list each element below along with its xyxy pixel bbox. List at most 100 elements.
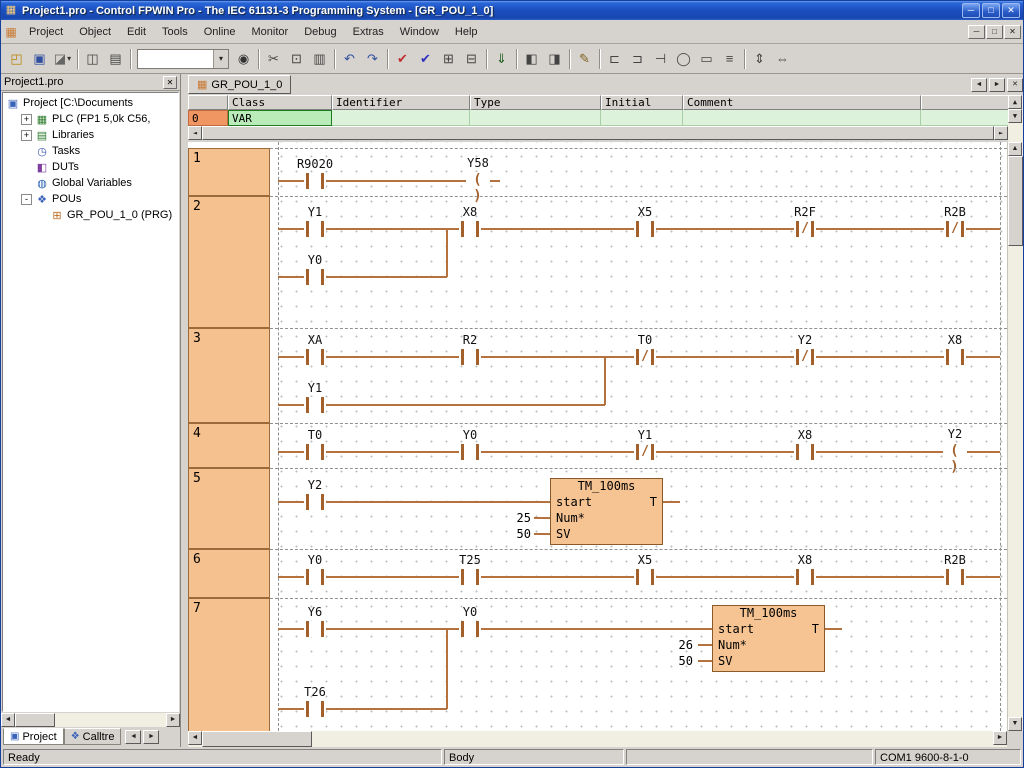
contact-t26[interactable]: T26	[304, 701, 326, 717]
grid-cell-class[interactable]: VAR	[228, 110, 332, 126]
edit-mode-icon[interactable]: ✎	[573, 48, 596, 70]
ladder-hscroll-track[interactable]	[312, 731, 993, 747]
project-panel-hscrollbar[interactable]: ◄ ►	[1, 713, 180, 727]
contact-x8[interactable]: X8	[794, 444, 816, 460]
rung-number-1[interactable]: 1	[188, 148, 270, 196]
print-icon[interactable]: ▤	[104, 48, 127, 70]
editor-tabs-left-icon[interactable]: ◄	[971, 78, 987, 92]
scrollbar-thumb[interactable]	[15, 713, 55, 727]
project-panel-close-icon[interactable]: ✕	[163, 76, 177, 89]
print-preview-icon[interactable]: ◫	[81, 48, 104, 70]
contact-x8[interactable]: X8	[459, 221, 481, 237]
rung-number-4[interactable]: 4	[188, 423, 270, 468]
tab-gr-pou-1-0[interactable]: ▦ GR_POU_1_0	[188, 75, 291, 94]
ladder-scroll-down-icon[interactable]: ▼	[1008, 717, 1022, 731]
tree-item-libraries[interactable]: +▤Libraries	[3, 127, 178, 143]
ladder-canvas[interactable]: R9020Y58Y1X8X5R2FR2BY0XAR2T0Y2X8Y1T0Y0Y1…	[270, 142, 1007, 731]
function-block-tm-100ms[interactable]: TM_100msstartTNum*SV	[550, 478, 663, 545]
rung-number-2[interactable]: 2	[188, 196, 270, 328]
contact-y2[interactable]: Y2	[794, 349, 816, 365]
tree-item-duts[interactable]: ◧DUTs	[3, 159, 178, 175]
ladder-scroll-left-icon[interactable]: ◄	[188, 731, 202, 745]
grid-cell-filler[interactable]	[921, 110, 1008, 126]
child-restore-button[interactable]: □	[986, 25, 1003, 39]
compile-all-icon[interactable]: ⊟	[460, 48, 483, 70]
download-program-icon[interactable]: ⇓	[490, 48, 513, 70]
save-project-icon[interactable]: ▣	[28, 48, 51, 70]
insert-network-after-icon[interactable]: ⊐	[626, 48, 649, 70]
insert-comment-icon[interactable]: ≡	[718, 48, 741, 70]
expand-icon[interactable]: +	[21, 130, 32, 141]
contact-y6[interactable]: Y6	[304, 621, 326, 637]
paste-icon[interactable]: ▥	[308, 48, 331, 70]
contact-t0[interactable]: T0	[634, 349, 656, 365]
tree-item-pous[interactable]: -❖POUs	[3, 191, 178, 207]
find-icon[interactable]: ◉	[232, 48, 255, 70]
contact-r9020[interactable]: R9020	[304, 173, 326, 189]
collapse-icon[interactable]: -	[21, 194, 32, 205]
contact-xa[interactable]: XA	[304, 349, 326, 365]
maximize-button[interactable]: □	[982, 3, 1000, 18]
ladder-hscrollbar[interactable]: ◄ ►	[188, 731, 1007, 747]
grid-cell-type[interactable]	[470, 110, 601, 126]
editor-tabs-right-icon[interactable]: ►	[989, 78, 1005, 92]
rung-number-5[interactable]: 5	[188, 468, 270, 549]
tree-item-gr-pou-1-0-prg[interactable]: ⊞GR_POU_1_0 (PRG)	[3, 207, 178, 223]
ladder-scroll-right-icon[interactable]: ►	[993, 731, 1007, 745]
tree-item-plc-fp1-5-0k-c56[interactable]: +▦PLC (FP1 5,0k C56,	[3, 111, 178, 127]
param-value-26[interactable]: 26	[679, 638, 694, 652]
grid-vscrollbar[interactable]: ▲ ▼	[1008, 95, 1023, 142]
contact-x8[interactable]: X8	[944, 349, 966, 365]
scroll-right-icon[interactable]: ►	[166, 713, 180, 727]
ladder-vscroll-track[interactable]	[1008, 246, 1023, 717]
tab-project[interactable]: ▣ Project	[3, 728, 64, 745]
grid-cell-comment[interactable]	[683, 110, 921, 126]
ladder-vscrollbar[interactable]: ▲ ▼	[1007, 142, 1023, 731]
insert-coil-icon[interactable]: ◯	[672, 48, 695, 70]
child-minimize-button[interactable]: ─	[968, 25, 985, 39]
open-project-icon[interactable]: ◰	[5, 48, 28, 70]
coil-y2[interactable]: Y2	[943, 443, 967, 461]
fit-horizontal-icon[interactable]: ⇔	[771, 48, 794, 70]
close-button[interactable]: ✕	[1002, 3, 1020, 18]
menu-project[interactable]: Project	[21, 23, 71, 41]
grid-scroll-left-icon[interactable]: ◄	[188, 126, 202, 140]
menu-help[interactable]: Help	[447, 23, 486, 41]
param-value-50[interactable]: 50	[517, 527, 532, 541]
contact-y0[interactable]: Y0	[304, 569, 326, 585]
tree-item-tasks[interactable]: ◷Tasks	[3, 143, 178, 159]
dropdown-icon[interactable]: ▾	[67, 54, 71, 63]
insert-function-icon[interactable]: ▭	[695, 48, 718, 70]
grid-cell-identifier[interactable]	[332, 110, 470, 126]
find-combo[interactable]: ▾	[137, 49, 229, 69]
grid-cell-initial[interactable]	[601, 110, 683, 126]
compile-icon[interactable]: ⊞	[437, 48, 460, 70]
check-project-icon[interactable]: ✔	[414, 48, 437, 70]
menu-online[interactable]: Online	[196, 23, 244, 41]
contact-y0[interactable]: Y0	[459, 621, 481, 637]
grid-hscrollbar[interactable]: ◄ ►	[188, 126, 1008, 140]
redo-icon[interactable]: ↷	[361, 48, 384, 70]
minimize-button[interactable]: ─	[962, 3, 980, 18]
contact-y0[interactable]: Y0	[304, 269, 326, 285]
scroll-left-icon[interactable]: ◄	[1, 713, 15, 727]
menu-tools[interactable]: Tools	[154, 23, 196, 41]
param-value-50[interactable]: 50	[679, 654, 694, 668]
menu-debug[interactable]: Debug	[296, 23, 344, 41]
menu-window[interactable]: Window	[392, 23, 447, 41]
tabs-scroll-right-icon[interactable]: ►	[143, 730, 159, 744]
child-window-icon[interactable]: ▦	[3, 25, 19, 39]
tree-item-global-variables[interactable]: ◍Global Variables	[3, 175, 178, 191]
contact-r2[interactable]: R2	[459, 349, 481, 365]
contact-r2b[interactable]: R2B	[944, 569, 966, 585]
contact-t0[interactable]: T0	[304, 444, 326, 460]
copy-icon[interactable]: ⊡	[285, 48, 308, 70]
combo-dropdown-icon[interactable]: ▾	[213, 50, 228, 68]
editor-close-icon[interactable]: ✕	[1007, 78, 1023, 92]
contact-y1[interactable]: Y1	[304, 221, 326, 237]
tab-calltree[interactable]: ❖ Calltre	[64, 728, 122, 745]
contact-y2[interactable]: Y2	[304, 494, 326, 510]
ladder-hscroll-thumb[interactable]	[202, 731, 312, 747]
tree-item-project-c-documents[interactable]: ▣Project [C:\Documents	[3, 95, 178, 111]
menu-object[interactable]: Object	[71, 23, 119, 41]
